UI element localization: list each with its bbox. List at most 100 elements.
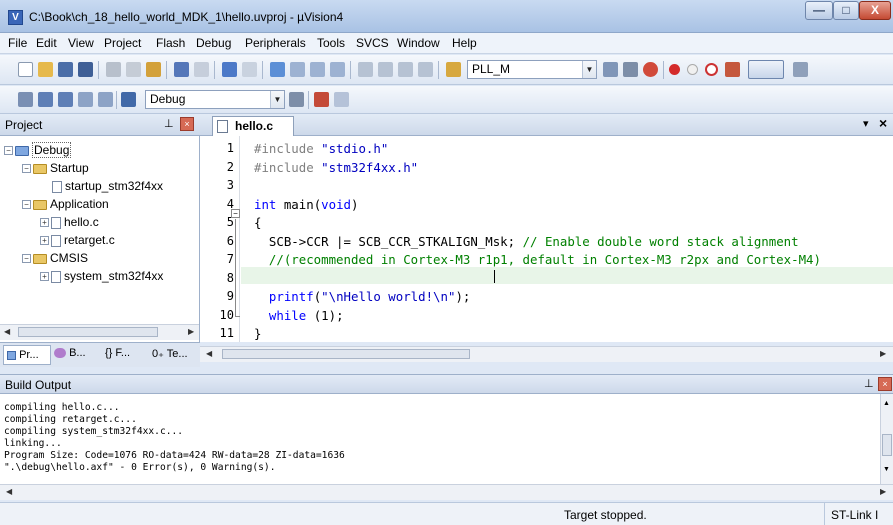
scroll-right-icon[interactable]: ▶ bbox=[880, 487, 886, 496]
download-icon[interactable] bbox=[121, 92, 136, 107]
translate-icon[interactable] bbox=[18, 92, 33, 107]
project-hscrollbar[interactable]: ◀ ▶ bbox=[0, 324, 199, 340]
kill-breakpoints-icon[interactable] bbox=[725, 62, 740, 77]
save-all-icon[interactable] bbox=[78, 62, 93, 77]
prev-bookmark-icon[interactable] bbox=[290, 62, 305, 77]
pin-icon[interactable]: ⊥ bbox=[164, 117, 174, 130]
find-combo[interactable]: PLL_M ▼ bbox=[467, 60, 597, 79]
scroll-left-icon[interactable]: ◀ bbox=[6, 487, 12, 496]
next-bookmark-icon[interactable] bbox=[310, 62, 325, 77]
menu-debug[interactable]: Debug bbox=[196, 36, 231, 50]
breakpoint-icon[interactable] bbox=[669, 64, 680, 75]
chevron-down-icon[interactable]: ▼ bbox=[582, 61, 596, 78]
editor-hscrollbar[interactable]: ◀ ▶ bbox=[200, 346, 893, 362]
find-in-files-icon[interactable] bbox=[446, 62, 461, 77]
window-layout-dropdown[interactable] bbox=[748, 60, 784, 79]
scroll-thumb[interactable] bbox=[222, 349, 470, 359]
close-button[interactable]: X bbox=[859, 1, 891, 20]
menu-help[interactable]: Help bbox=[452, 36, 477, 50]
undo-icon[interactable] bbox=[174, 62, 189, 77]
file-extensions-icon[interactable] bbox=[334, 92, 349, 107]
status-message: Target stopped. bbox=[564, 508, 647, 522]
expand-icon[interactable]: + bbox=[40, 272, 49, 282]
find-icon[interactable] bbox=[603, 62, 618, 77]
scroll-left-icon[interactable]: ◀ bbox=[4, 327, 10, 336]
batch-build-icon[interactable] bbox=[78, 92, 93, 107]
tab-label: B... bbox=[69, 347, 86, 359]
tree-item-retarget-c[interactable]: + retarget.c bbox=[40, 232, 115, 248]
disable-breakpoints-icon[interactable] bbox=[705, 63, 718, 76]
tab-hello-c[interactable]: hello.c bbox=[212, 116, 294, 136]
collapse-icon[interactable]: − bbox=[22, 164, 31, 174]
manage-components-icon[interactable] bbox=[314, 92, 329, 107]
paste-icon[interactable] bbox=[146, 62, 161, 77]
menu-peripherals[interactable]: Peripherals bbox=[245, 36, 306, 50]
expand-icon[interactable]: + bbox=[40, 236, 49, 246]
scroll-thumb[interactable] bbox=[18, 327, 158, 337]
navigate-back-icon[interactable] bbox=[222, 62, 237, 77]
redo-icon[interactable] bbox=[194, 62, 209, 77]
build-icon[interactable] bbox=[38, 92, 53, 107]
bookmark-icon[interactable] bbox=[270, 62, 285, 77]
tree-item-debug[interactable]: − Debug bbox=[4, 142, 72, 158]
tab-books[interactable]: B... bbox=[54, 347, 86, 359]
debug-session-icon[interactable] bbox=[643, 62, 658, 77]
tab-templates[interactable]: 0₊ Te... bbox=[152, 347, 188, 360]
uncomment-icon[interactable] bbox=[418, 62, 433, 77]
close-editor-icon[interactable]: × bbox=[879, 115, 887, 131]
new-file-icon[interactable] bbox=[18, 62, 33, 77]
tree-item-application[interactable]: − Application bbox=[22, 196, 109, 212]
build-hscrollbar[interactable]: ◀ ▶ bbox=[0, 484, 893, 500]
collapse-icon[interactable]: − bbox=[22, 200, 31, 210]
indent-icon[interactable] bbox=[358, 62, 373, 77]
collapse-icon[interactable]: − bbox=[22, 254, 31, 264]
menu-svcs[interactable]: SVCS bbox=[356, 36, 389, 50]
close-panel-icon[interactable]: × bbox=[878, 377, 892, 391]
copy-icon[interactable] bbox=[126, 62, 141, 77]
save-icon[interactable] bbox=[58, 62, 73, 77]
unindent-icon[interactable] bbox=[378, 62, 393, 77]
tree-item-startup-file[interactable]: startup_stm32f4xx bbox=[52, 178, 163, 194]
fold-toggle-icon[interactable]: − bbox=[231, 209, 240, 218]
menu-flash[interactable]: Flash bbox=[156, 36, 185, 50]
menu-edit[interactable]: Edit bbox=[36, 36, 57, 50]
rebuild-icon[interactable] bbox=[58, 92, 73, 107]
scroll-thumb[interactable] bbox=[882, 434, 892, 456]
navigate-forward-icon[interactable] bbox=[242, 62, 257, 77]
tab-project[interactable]: Pr... bbox=[3, 345, 51, 365]
tree-item-cmsis[interactable]: − CMSIS bbox=[22, 250, 88, 266]
tab-functions[interactable]: {} F... bbox=[105, 347, 130, 359]
cut-icon[interactable] bbox=[106, 62, 121, 77]
target-options-icon[interactable] bbox=[289, 92, 304, 107]
collapse-icon[interactable]: − bbox=[4, 146, 13, 156]
menu-project[interactable]: Project bbox=[104, 36, 141, 50]
scroll-up-icon[interactable]: ▲ bbox=[883, 400, 890, 407]
target-combo[interactable]: Debug ▼ bbox=[145, 90, 285, 109]
tree-item-system-file[interactable]: + system_stm32f4xx bbox=[40, 268, 163, 284]
scroll-right-icon[interactable]: ▶ bbox=[188, 327, 194, 336]
minimize-button[interactable]: — bbox=[805, 1, 833, 20]
build-vscrollbar[interactable]: ▲ ▼ bbox=[880, 394, 893, 484]
menu-file[interactable]: File bbox=[8, 36, 27, 50]
tree-item-hello-c[interactable]: + hello.c bbox=[40, 214, 99, 230]
open-folder-icon[interactable] bbox=[38, 62, 53, 77]
clear-bookmarks-icon[interactable] bbox=[330, 62, 345, 77]
configure-icon[interactable] bbox=[793, 62, 808, 77]
chevron-down-icon[interactable]: ▼ bbox=[270, 91, 284, 108]
incremental-find-icon[interactable] bbox=[623, 62, 638, 77]
tab-list-icon[interactable]: ▾ bbox=[863, 117, 869, 130]
scroll-down-icon[interactable]: ▼ bbox=[883, 466, 890, 473]
menu-window[interactable]: Window bbox=[397, 36, 440, 50]
tree-item-startup[interactable]: − Startup bbox=[22, 160, 89, 176]
stop-build-icon[interactable] bbox=[98, 92, 113, 107]
pin-icon[interactable]: ⊥ bbox=[864, 377, 874, 390]
menu-tools[interactable]: Tools bbox=[317, 36, 345, 50]
scroll-left-icon[interactable]: ◀ bbox=[206, 349, 212, 358]
scroll-right-icon[interactable]: ▶ bbox=[880, 349, 886, 358]
menu-view[interactable]: View bbox=[68, 36, 94, 50]
enable-breakpoint-icon[interactable] bbox=[687, 64, 698, 75]
comment-icon[interactable] bbox=[398, 62, 413, 77]
close-panel-icon[interactable]: × bbox=[180, 117, 194, 131]
expand-icon[interactable]: + bbox=[40, 218, 49, 228]
maximize-button[interactable]: □ bbox=[833, 1, 859, 20]
